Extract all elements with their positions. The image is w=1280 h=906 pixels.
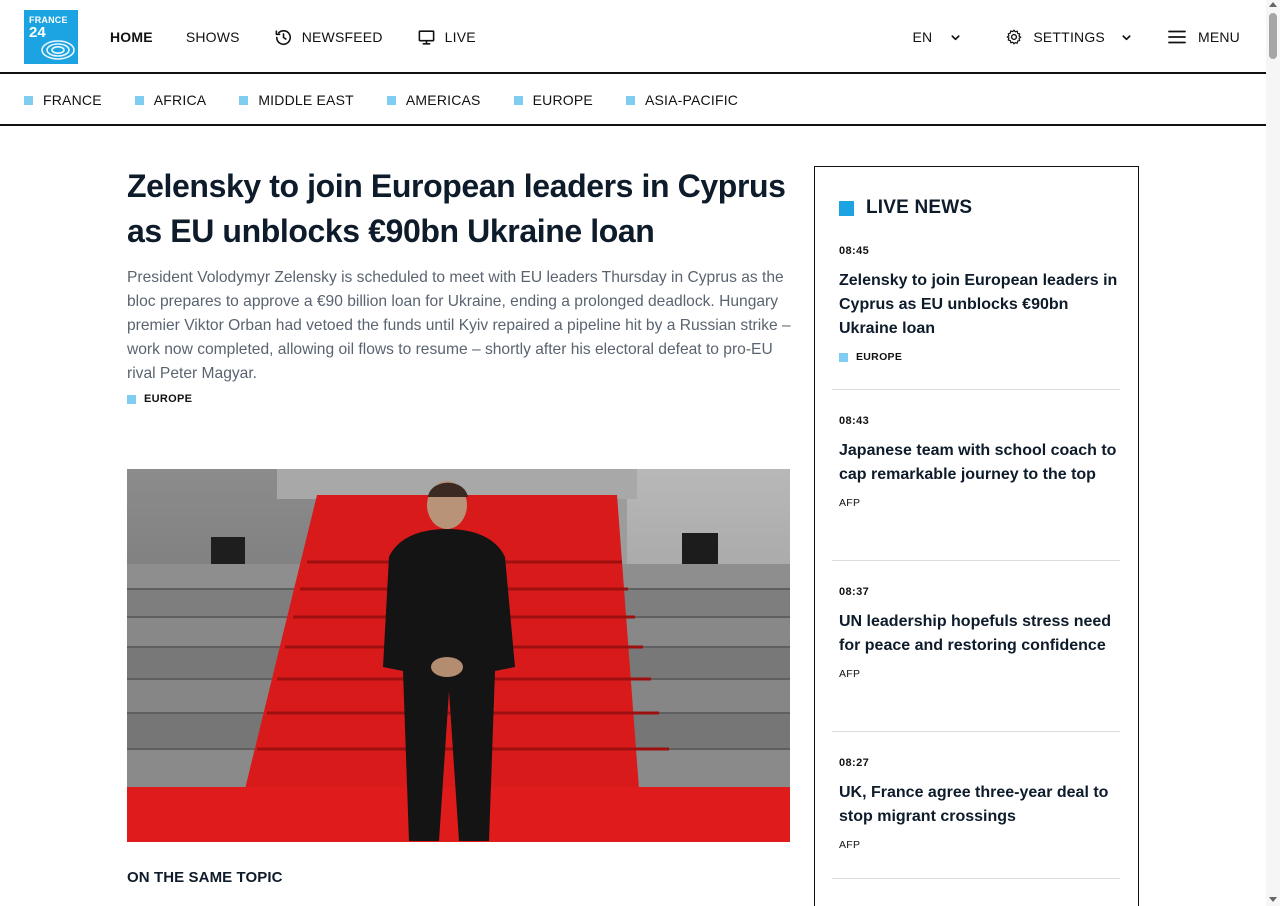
live-news-source: AFP: [839, 668, 861, 680]
live-news-headline[interactable]: Zelensky to join European leaders in Cyp…: [839, 269, 1121, 341]
live-news-divider: [832, 878, 1120, 879]
live-news-marker: [839, 200, 854, 216]
live-news-divider: [832, 560, 1120, 561]
live-news-time: 08:37: [839, 586, 870, 598]
language-label: EN: [912, 29, 933, 45]
article-tag[interactable]: EUROPE: [127, 393, 791, 405]
photo-zelensky-red-carpet: [127, 469, 790, 842]
nav-live[interactable]: LIVE: [417, 0, 476, 74]
gear-icon: [1007, 29, 1022, 45]
region-marker: [24, 95, 33, 105]
settings-dropdown[interactable]: SETTINGS: [1005, 28, 1132, 46]
region-france[interactable]: FRANCE: [24, 92, 102, 108]
live-news-tag-label: EUROPE: [856, 351, 903, 363]
live-news-tag[interactable]: EUROPE: [839, 351, 1121, 363]
france24-logo[interactable]: FRANCE 24: [24, 10, 78, 64]
live-news-header: LIVE NEWS: [839, 197, 972, 219]
menu-label: MENU: [1197, 29, 1240, 45]
region-africa[interactable]: AFRICA: [134, 92, 207, 108]
region-marker: [134, 95, 144, 105]
language-selector[interactable]: EN: [913, 29, 962, 45]
region-label: AMERICAS: [405, 92, 481, 108]
live-news-time: 08:45: [839, 245, 870, 257]
header-right-controls: EN SETTINGS MENU: [913, 0, 1241, 74]
same-topic-heading: ON THE SAME TOPIC: [127, 869, 283, 886]
live-news-item[interactable]: 08:27 UK, France agree three-year deal t…: [839, 757, 1121, 851]
nav-live-label: LIVE: [444, 29, 476, 45]
article-tag-label: EUROPE: [144, 393, 193, 405]
chevron-down-icon: [1122, 34, 1131, 40]
nav-shows[interactable]: SHOWS: [186, 0, 240, 74]
live-news-time: 08:43: [839, 415, 870, 427]
scroll-up-arrow-icon[interactable]: [1269, 2, 1277, 7]
article-headline[interactable]: Zelensky to join European leaders in Cyp…: [127, 164, 791, 254]
top-header: FRANCE 24 HOME SHOWS NEWSFEED LIVE EN SE…: [0, 0, 1266, 74]
region-label: ASIA-PACIFIC: [644, 92, 739, 108]
settings-label: SETTINGS: [1033, 29, 1105, 45]
page: FRANCE 24 HOME SHOWS NEWSFEED LIVE EN SE…: [0, 0, 1280, 906]
nav-newsfeed-label: NEWSFEED: [301, 29, 383, 45]
live-news-title: LIVE NEWS: [866, 197, 973, 218]
tag-marker: [127, 394, 136, 404]
live-news-item[interactable]: 08:43 Japanese team with school coach to…: [839, 415, 1121, 509]
region-middle-east[interactable]: MIDDLE EAST: [239, 92, 354, 108]
live-news-headline[interactable]: Japanese team with school coach to cap r…: [839, 439, 1121, 487]
region-americas[interactable]: AMERICAS: [386, 92, 481, 108]
live-news-source: AFP: [839, 497, 861, 509]
monitor-icon: [418, 29, 435, 45]
hamburger-icon: [1168, 30, 1186, 44]
page-scrollbar[interactable]: [1266, 0, 1280, 906]
region-label: EUROPE: [532, 92, 593, 108]
region-asia-pacific[interactable]: ASIA-PACIFIC: [625, 92, 739, 108]
region-marker: [625, 95, 635, 105]
live-news-source: AFP: [839, 839, 861, 851]
region-label: AFRICA: [153, 92, 207, 108]
main-article: Zelensky to join European leaders in Cyp…: [127, 164, 791, 886]
scrollbar-thumb[interactable]: [1269, 13, 1277, 59]
region-marker: [239, 95, 249, 105]
tag-marker: [839, 352, 848, 362]
region-marker: [386, 95, 396, 105]
live-news-item[interactable]: 08:37 UN leadership hopefuls stress need…: [839, 586, 1121, 680]
menu-button[interactable]: MENU: [1168, 29, 1240, 45]
live-news-headline[interactable]: UN leadership hopefuls stress need for p…: [839, 610, 1121, 658]
logo-text-24: 24: [29, 24, 46, 41]
main-nav: HOME SHOWS NEWSFEED LIVE: [110, 0, 476, 74]
chevron-down-icon: [951, 34, 960, 40]
region-europe[interactable]: EUROPE: [513, 92, 593, 108]
nav-home[interactable]: HOME: [110, 0, 153, 74]
article-photo[interactable]: [127, 469, 790, 842]
live-news-panel: LIVE NEWS 08:45 Zelensky to join Europea…: [814, 166, 1139, 906]
live-news-divider: [832, 389, 1120, 390]
history-clock-icon: [275, 29, 291, 45]
region-label: FRANCE: [43, 92, 102, 108]
live-news-divider: [832, 731, 1120, 732]
region-label: MIDDLE EAST: [258, 92, 354, 108]
live-news-item[interactable]: 08:45 Zelensky to join European leaders …: [839, 245, 1121, 363]
live-news-headline[interactable]: UK, France agree three-year deal to stop…: [839, 781, 1121, 829]
region-nav: FRANCE AFRICA MIDDLE EAST AMERICAS EUROP…: [0, 76, 1266, 126]
scroll-down-arrow-icon[interactable]: [1269, 897, 1277, 902]
nav-newsfeed[interactable]: NEWSFEED: [274, 0, 383, 74]
region-marker: [513, 95, 523, 105]
article-summary: President Volodymyr Zelensky is schedule…: [127, 269, 791, 382]
live-news-time: 08:27: [839, 757, 870, 769]
